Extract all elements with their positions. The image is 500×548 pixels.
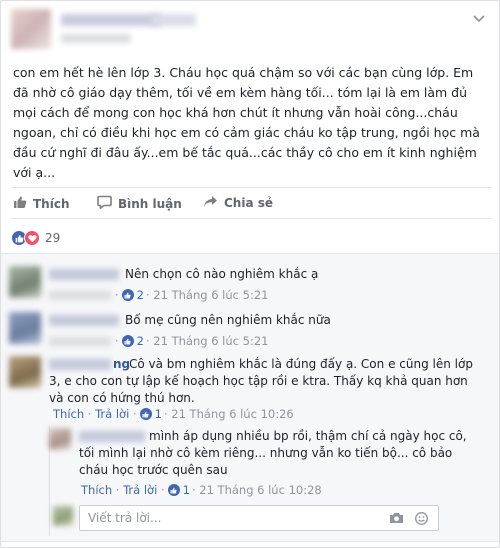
author-avatar[interactable]: [11, 9, 51, 49]
meta-redacted: [49, 290, 111, 300]
comment-1: Nên chọn cô nào nghiêm khắc ạ · 2 · 21 T…: [9, 266, 489, 306]
post-actions-bar: Thích Bình luận Chia sẻ: [11, 187, 491, 219]
share-button[interactable]: Chia sẻ: [203, 195, 273, 211]
thumbs-up-icon: [121, 289, 134, 301]
comments-section: Nên chọn cô nào nghiêm khắc ạ · 2 · 21 T…: [1, 253, 499, 547]
chevron-down-icon[interactable]: [473, 13, 485, 26]
like-label: Thích: [33, 196, 70, 211]
post-header: [11, 9, 491, 61]
smiley-icon[interactable]: [415, 512, 428, 528]
reply-input-box: [79, 505, 439, 531]
like-link[interactable]: Thích: [81, 483, 112, 497]
like-link[interactable]: Thích: [53, 407, 84, 421]
author-name-redacted-2: [151, 14, 196, 26]
share-icon: [203, 195, 224, 211]
reply-time[interactable]: 21 Tháng 6 lúc 10:28: [199, 483, 321, 497]
reply-meta: Thích · Trả lời · 1 · 21 Tháng 6 lúc 10:…: [81, 483, 322, 497]
comment-3-meta: Thích · Trả lời · 1 · 21 Tháng 6 lúc 10:…: [53, 407, 294, 421]
comment-text: Nên chọn cô nào nghiêm khắc ạ: [125, 267, 319, 281]
reply-link[interactable]: Trả lời: [95, 407, 129, 421]
replier-avatar[interactable]: [49, 428, 71, 450]
comment-2: Bố mẹ cũng nên nghiêm khắc nữa · 2 · 21 …: [9, 312, 489, 352]
comment-time[interactable]: 21 Tháng 6 lúc 5:21: [153, 288, 268, 302]
reply-like-count[interactable]: 1: [183, 483, 190, 497]
commenter-avatar[interactable]: [9, 356, 41, 388]
comment-like-count[interactable]: 2: [137, 334, 144, 348]
next-post-edge: [1, 541, 499, 547]
comment-time[interactable]: 21 Tháng 6 lúc 5:21: [153, 334, 268, 348]
heart-icon: [24, 230, 40, 246]
reply-input[interactable]: [80, 506, 380, 530]
reactions-count: 29: [45, 231, 61, 245]
reply-text: mình áp dụng nhiều bp rồi, thậm chí cả n…: [79, 429, 467, 477]
comment-label: Bình luận: [118, 196, 182, 211]
reactions-summary[interactable]: 29: [11, 229, 60, 247]
commenter-avatar[interactable]: [9, 312, 41, 344]
commenter-name-redacted[interactable]: [49, 359, 111, 370]
commenter-name-tail[interactable]: ng: [113, 356, 131, 373]
thumbs-up-icon: [13, 195, 33, 212]
commenter-name-redacted[interactable]: [49, 269, 119, 280]
meta-redacted: [49, 336, 111, 346]
reply-1: mình áp dụng nhiều bp rồi, thậm chí cả n…: [49, 428, 489, 488]
thumbs-up-icon: [167, 484, 180, 496]
commenter-name-redacted[interactable]: [49, 315, 119, 326]
comment-meta: · 2 · 21 Tháng 6 lúc 5:21: [49, 288, 268, 302]
like-button[interactable]: Thích: [13, 195, 70, 212]
camera-icon[interactable]: [389, 512, 404, 527]
comment-time[interactable]: 21 Tháng 6 lúc 10:26: [171, 407, 293, 421]
comment-icon: [97, 195, 118, 212]
comment-like-count[interactable]: 1: [155, 407, 162, 421]
commenter-avatar[interactable]: [9, 266, 41, 298]
comment-meta: · 2 · 21 Tháng 6 lúc 5:21: [49, 334, 268, 348]
current-user-avatar: [53, 506, 73, 526]
thumbs-up-icon: [121, 335, 134, 347]
comment-text: Bố mẹ cũng nên nghiêm khắc nữa: [125, 313, 331, 327]
thumbs-up-icon: [139, 408, 152, 420]
comment-button[interactable]: Bình luận: [97, 195, 182, 212]
post-body: con em hết hè lên lớp 3. Cháu học quá ch…: [13, 65, 480, 180]
author-name-redacted[interactable]: [61, 14, 161, 26]
reply-link[interactable]: Trả lời: [123, 483, 157, 497]
comment-like-count[interactable]: 2: [137, 288, 144, 302]
share-label: Chia sẻ: [224, 196, 274, 210]
post-timestamp-redacted: [61, 34, 131, 43]
post-card: con em hết hè lên lớp 3. Cháu học quá ch…: [0, 0, 500, 548]
